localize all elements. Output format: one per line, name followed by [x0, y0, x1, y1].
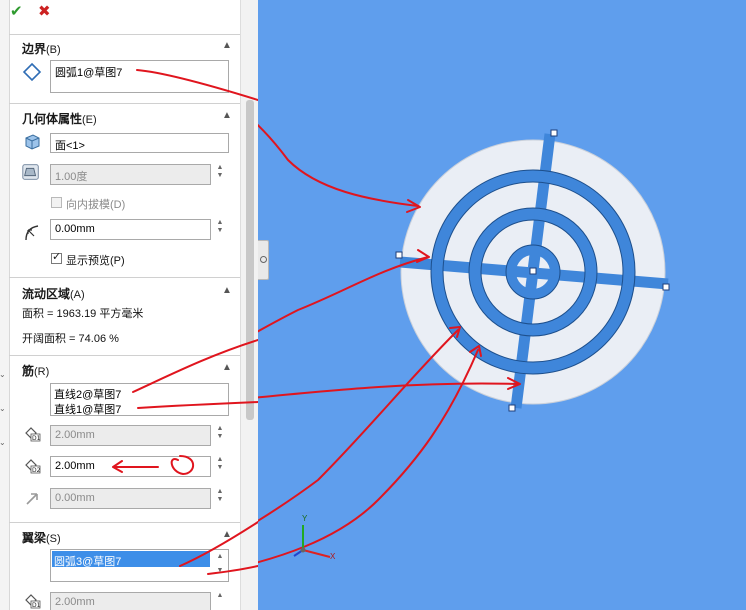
grip-dot-icon [260, 256, 267, 263]
coordinate-triad [293, 525, 331, 558]
vent-model [258, 123, 670, 564]
triad-y-label: Y [302, 514, 308, 523]
panel-collapse-grip[interactable] [258, 240, 269, 280]
graphics-viewport[interactable]: Y X [258, 0, 746, 610]
triad-x-label: X [330, 552, 336, 561]
annotation-overlay [112, 69, 258, 575]
